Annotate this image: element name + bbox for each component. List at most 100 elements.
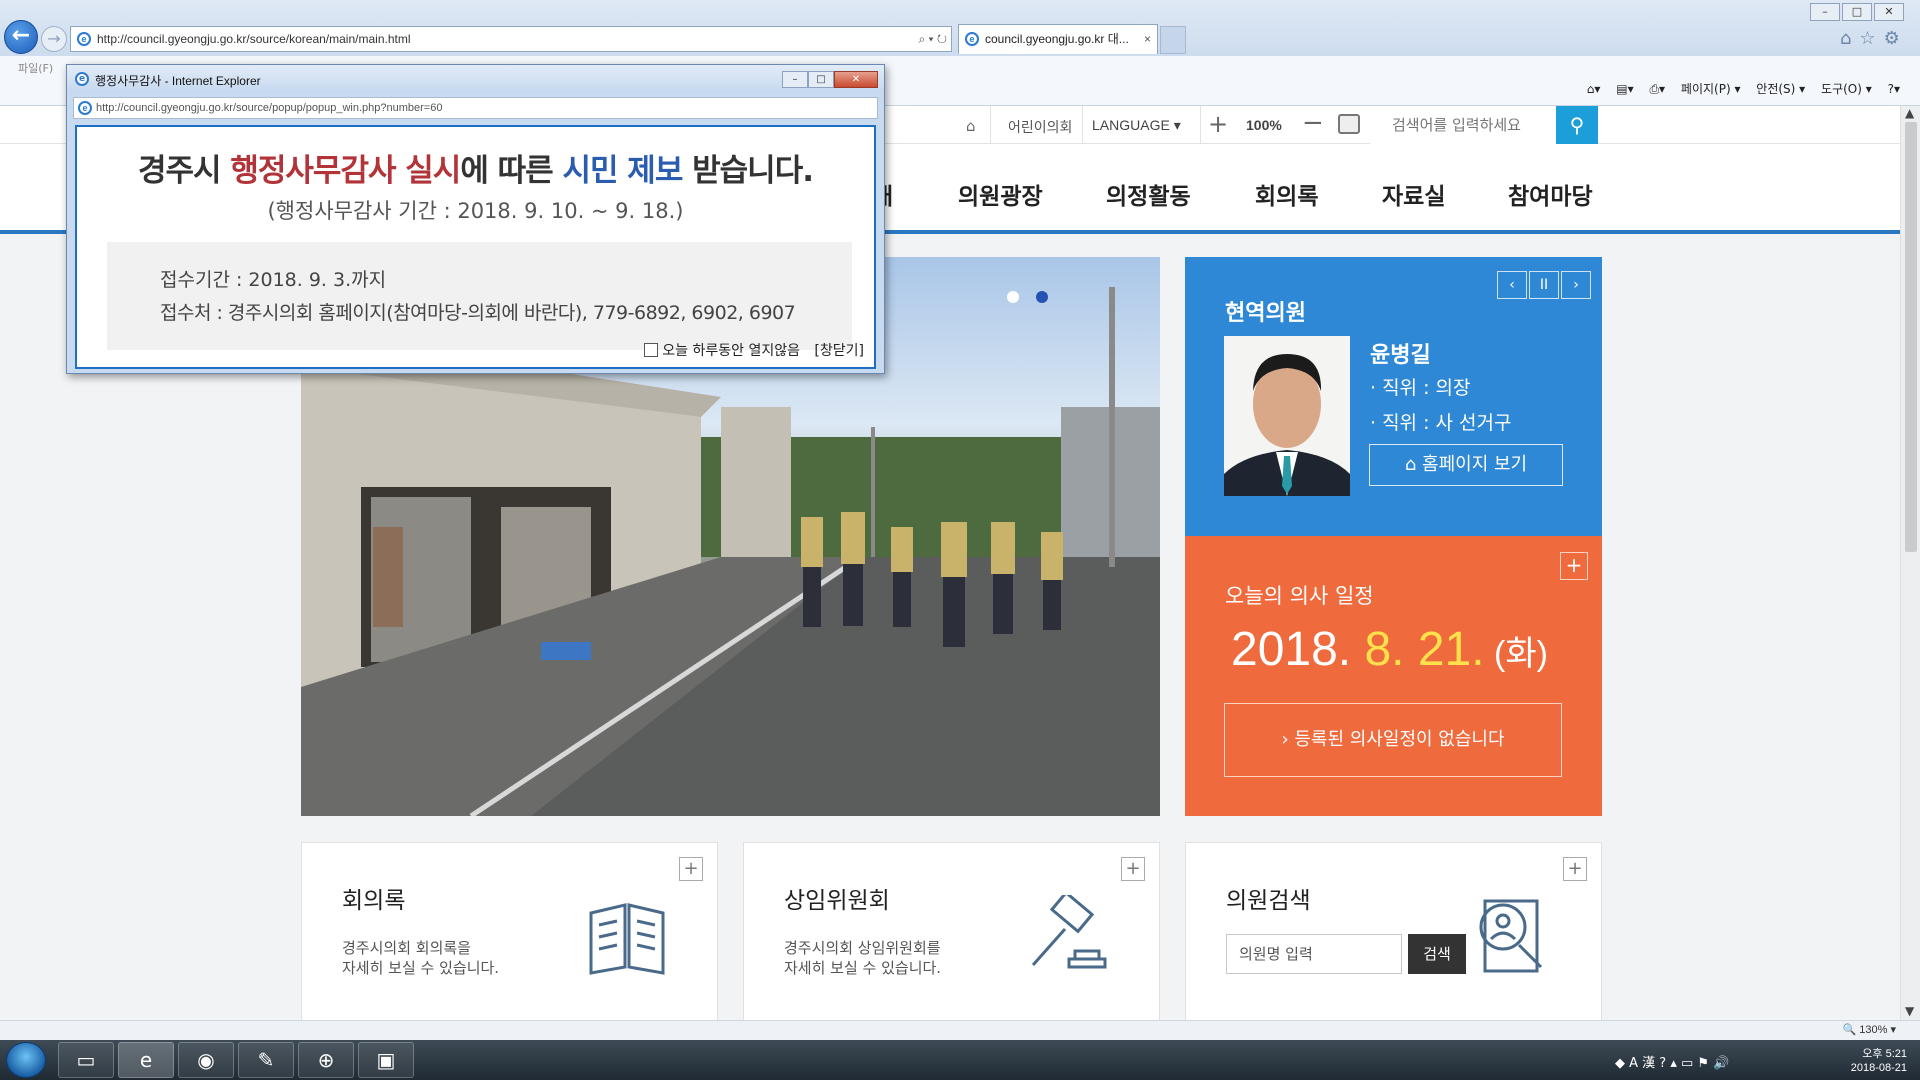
popup-content: 경주시 행정사무감사 실시에 따른 시민 제보 받습니다. (행정사무감사 기간…	[75, 125, 876, 369]
card-title: 회의록	[342, 888, 406, 914]
member-search-card: + 의원검색 의원명 입력 검색	[1185, 842, 1602, 1020]
status-zoom[interactable]: 🔍 130% ▾	[1843, 1023, 1896, 1036]
scrollbar-thumb[interactable]	[1905, 122, 1917, 552]
divider	[1200, 106, 1201, 144]
page-scrollbar[interactable]: ▲ ▼	[1900, 106, 1920, 1020]
minimize-icon[interactable]: –	[1810, 3, 1840, 21]
popup-window-controls: – □ ✕	[782, 67, 878, 88]
card-more-button[interactable]: +	[1121, 857, 1145, 881]
popup-url-text: http://council.gyeongju.go.kr/source/pop…	[96, 102, 443, 114]
schedule-more-button[interactable]: +	[1560, 552, 1588, 580]
command-buttons: ⌂▾ ▤▾ ⎙▾ 페이지(P) ▾ 안전(S) ▾ 도구(O) ▾ ?▾	[1575, 80, 1900, 97]
cmd-safety[interactable]: 안전(S) ▾	[1756, 82, 1805, 96]
date-weekday: (화)	[1484, 635, 1548, 673]
menu-file[interactable]: 파일(F)	[18, 60, 53, 76]
home-icon[interactable]: ⌂	[966, 117, 976, 135]
nav-item-participation[interactable]: 참여마당	[1508, 177, 1593, 211]
heading-part: 받습니다.	[682, 153, 814, 189]
zoom-level: 100%	[1246, 117, 1282, 133]
member-name-input[interactable]: 의원명 입력	[1226, 934, 1402, 974]
address-bar[interactable]: e http://council.gyeongju.go.kr/source/k…	[70, 26, 952, 52]
new-tab-button[interactable]	[1160, 26, 1186, 54]
nav-item-archive[interactable]: 자료실	[1382, 177, 1445, 211]
next-button[interactable]: ›	[1561, 271, 1591, 299]
nav-item-activities[interactable]: 의정활동	[1106, 177, 1191, 211]
schedule-date: 2018. 8. 21. (화)	[1231, 622, 1548, 677]
ime-indicator[interactable]: A 漢	[1629, 1056, 1655, 1071]
clock-date[interactable]: 2018-08-21	[1851, 1062, 1907, 1074]
close-icon[interactable]: ✕	[1874, 3, 1904, 21]
cmd-page[interactable]: 페이지(P) ▾	[1681, 82, 1741, 96]
member-slider-controls: ‹ II ›	[1497, 271, 1593, 299]
forward-button[interactable]: →	[41, 26, 67, 52]
slide-dot-1[interactable]	[1007, 291, 1019, 303]
app-icon[interactable]: ▣	[358, 1042, 414, 1078]
tray-icons[interactable]: ◆ A 漢 ? ▴ ▭ ⚑ 🔊	[1615, 1052, 1729, 1071]
zoom-in-button[interactable]: +	[1208, 110, 1228, 138]
popup-titlebar[interactable]: e 행정사무감사 - Internet Explorer – □ ✕	[67, 65, 884, 93]
schedule-empty-message[interactable]: › 등록된 의사일정이 없습니다	[1224, 703, 1562, 777]
person-search-icon	[1479, 899, 1543, 973]
popup-window: e 행정사무감사 - Internet Explorer – □ ✕ e http:…	[66, 64, 885, 374]
system-tray: ◆ A 漢 ? ▴ ▭ ⚑ 🔊 오후 5:21 2018-08-21	[1615, 1042, 1915, 1078]
notepad-icon[interactable]: ✎	[238, 1042, 294, 1078]
heading-report: 시민 제보	[562, 153, 683, 189]
magnifier-icon[interactable]: ⊕	[298, 1042, 354, 1078]
popup-title: 행정사무감사 - Internet Explorer	[95, 74, 261, 88]
kids-council-link[interactable]: 어린이의회	[1008, 117, 1072, 137]
card-more-button[interactable]: +	[1563, 857, 1587, 881]
current-member-panel: 현역의원 ‹ II › 윤병길 · 직위 : 의장 · 직위 : 사 선거구 ⌂ 홈…	[1185, 257, 1602, 536]
scroll-up-icon[interactable]: ▲	[1905, 106, 1914, 120]
tab-close-icon[interactable]: ×	[1144, 25, 1151, 53]
browser-tab[interactable]: e council.gyeongju.go.kr 대... ×	[958, 24, 1158, 54]
zoom-out-button[interactable]: −	[1302, 108, 1324, 138]
search-icon: ⚲	[1569, 113, 1585, 137]
maximize-icon[interactable]: □	[1842, 3, 1872, 21]
start-button[interactable]	[6, 1042, 46, 1078]
member-position: · 직위 : 의장	[1370, 377, 1471, 399]
pause-button[interactable]: II	[1529, 271, 1559, 299]
no-show-today-label[interactable]: 오늘 하루동안 열지않음	[662, 343, 800, 359]
member-search-button[interactable]: 검색	[1408, 934, 1466, 974]
today-schedule-panel: + 오늘의 의사 일정 2018. 8. 21. (화) › 등록된 의사일정이…	[1185, 536, 1602, 816]
chrome-icon[interactable]: ◉	[178, 1042, 234, 1078]
search-input[interactable]	[1370, 106, 1556, 144]
scroll-down-icon[interactable]: ▼	[1905, 1004, 1914, 1018]
popup-maximize-icon[interactable]: □	[808, 71, 834, 88]
member-homepage-button[interactable]: ⌂ 홈페이지 보기	[1369, 444, 1563, 486]
popup-close-icon[interactable]: ✕	[834, 71, 878, 88]
cmd-tools[interactable]: 도구(O) ▾	[1821, 82, 1872, 96]
minutes-card[interactable]: + 회의록 경주시의회 회의록을 자세히 보실 수 있습니다.	[301, 842, 718, 1020]
ie-page-icon: e	[77, 32, 91, 46]
nav-item-members-plaza[interactable]: 의원광장	[958, 177, 1043, 211]
explorer-icon[interactable]: ▭	[58, 1042, 114, 1078]
search-button[interactable]: ⚲	[1556, 106, 1598, 144]
receipt-place: 접수처 : 경주시의회 홈페이지(참여마당-의회에 바란다), 779-6892…	[160, 302, 796, 324]
back-button[interactable]: ←	[4, 20, 38, 54]
ie-taskbar-icon[interactable]: e	[118, 1042, 174, 1078]
home-favorites-gear-icon[interactable]: ⌂☆⚙	[1840, 28, 1908, 49]
popup-close-link[interactable]: [창닫기]	[814, 343, 864, 359]
cmd-feed-icon[interactable]: ▤▾	[1616, 82, 1633, 96]
member-section-title: 현역의원	[1225, 301, 1306, 326]
print-icon[interactable]	[1338, 114, 1360, 134]
popup-minimize-icon[interactable]: –	[782, 71, 808, 88]
address-url: http://council.gyeongju.go.kr/source/kor…	[97, 32, 411, 46]
cmd-print-icon[interactable]: ⎙▾	[1649, 82, 1665, 96]
heading-part: 에 따른	[460, 153, 563, 189]
search-refresh-icon[interactable]: ⌕ ▾ ↻	[918, 27, 947, 51]
slide-dot-2-active[interactable]	[1036, 291, 1048, 303]
language-select[interactable]: LANGUAGE ▾	[1092, 117, 1181, 134]
windows-taskbar: ▭ e ◉ ✎ ⊕ ▣ ◆ A 漢 ? ▴ ▭ ⚑ 🔊 오후 5:21 2018…	[0, 1040, 1920, 1080]
nav-item-minutes[interactable]: 회의록	[1255, 177, 1318, 211]
no-show-today-checkbox[interactable]	[644, 343, 659, 357]
clock-time[interactable]: 오후 5:21	[1862, 1045, 1907, 1061]
audit-period: (행정사무감사 기간 : 2018. 9. 10. ~ 9. 18.)	[267, 199, 684, 223]
cmd-home-icon[interactable]: ⌂▾	[1587, 82, 1601, 96]
help-icon[interactable]: ?▾	[1888, 82, 1900, 96]
browser-status-bar: 🔍 130% ▾	[0, 1020, 1920, 1040]
committee-card[interactable]: + 상임위원회 경주시의회 상임위원회를 자세히 보실 수 있습니다.	[743, 842, 1160, 1020]
card-more-button[interactable]: +	[679, 857, 703, 881]
prev-button[interactable]: ‹	[1497, 271, 1527, 299]
heading-part: 경주시	[138, 153, 231, 189]
